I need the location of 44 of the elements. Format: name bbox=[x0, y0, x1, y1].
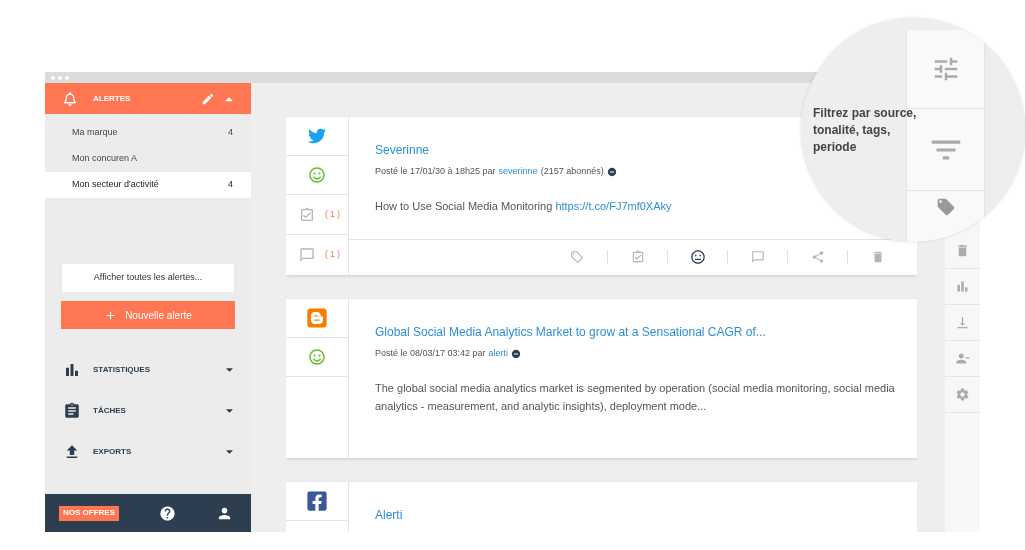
new-alert-button[interactable]: Nouvelle alerte bbox=[61, 301, 235, 329]
blog-icon bbox=[306, 307, 328, 329]
tag-icon[interactable] bbox=[935, 197, 956, 217]
author-link[interactable]: severinne bbox=[498, 165, 538, 179]
comment-icon[interactable] bbox=[299, 247, 315, 263]
post-date: Posté le 17/01/30 à 18h25 par bbox=[375, 165, 496, 178]
help-icon[interactable] bbox=[159, 504, 176, 522]
sidebar-section[interactable]: EXPORTS bbox=[45, 431, 251, 472]
offers-button[interactable]: NOS OFFRES bbox=[59, 505, 119, 521]
bell-icon bbox=[63, 91, 77, 106]
face-icon[interactable] bbox=[690, 250, 705, 264]
task-icon[interactable] bbox=[630, 250, 645, 264]
smiley-icon[interactable] bbox=[309, 167, 325, 183]
post-title[interactable]: Severinne bbox=[375, 141, 430, 159]
callout-text: Filtrez par source, tonalité, tags, periode bbox=[813, 105, 918, 156]
share-icon[interactable] bbox=[810, 250, 825, 264]
follower-count: (2157 abonnés) bbox=[540, 165, 604, 178]
trash-icon[interactable] bbox=[955, 243, 970, 258]
window-dots-icon bbox=[51, 75, 69, 80]
download-icon[interactable] bbox=[955, 315, 970, 330]
sidebar-section[interactable]: STATISTIQUES bbox=[45, 349, 251, 390]
post-link[interactable]: https://t.co/FJ7mf0XAky bbox=[555, 199, 672, 212]
comment-count: (1) bbox=[325, 248, 342, 262]
task-icon[interactable] bbox=[299, 206, 315, 223]
sidebar-section[interactable]: TÂCHES bbox=[45, 390, 251, 431]
comment-icon[interactable] bbox=[750, 250, 765, 264]
author-link[interactable]: alerti bbox=[488, 347, 509, 361]
pencil-icon[interactable] bbox=[201, 91, 215, 106]
post-title[interactable]: Global Social Media Analytics Market to grow at a Sensational CAGR of... bbox=[375, 323, 766, 341]
facebook-icon bbox=[306, 490, 328, 512]
post-text: The global social media analytics market is segmented by operation (social media monitoring, social media analytics - measurement, and analytic insights), deployment mode... bbox=[375, 380, 896, 414]
alerts-header[interactable]: ALERTES bbox=[45, 83, 251, 114]
bar-chart-icon[interactable] bbox=[955, 279, 970, 294]
task-count: (1) bbox=[325, 207, 342, 221]
smiley-icon[interactable] bbox=[309, 349, 325, 365]
show-all-button[interactable]: Afficher toutes les alertes... bbox=[62, 264, 234, 292]
bird-icon bbox=[308, 127, 326, 145]
tag-icon[interactable] bbox=[570, 250, 584, 264]
alerts-title: ALERTES bbox=[93, 92, 131, 105]
post-date: Posté le 08/03/17 03:42 par bbox=[375, 347, 486, 360]
settings-icon[interactable] bbox=[955, 387, 970, 402]
alert-item[interactable]: Mon secteur d'activité 4 bbox=[45, 172, 251, 198]
post-title[interactable]: Alerti bbox=[375, 506, 403, 524]
clipboard-icon bbox=[63, 401, 81, 420]
